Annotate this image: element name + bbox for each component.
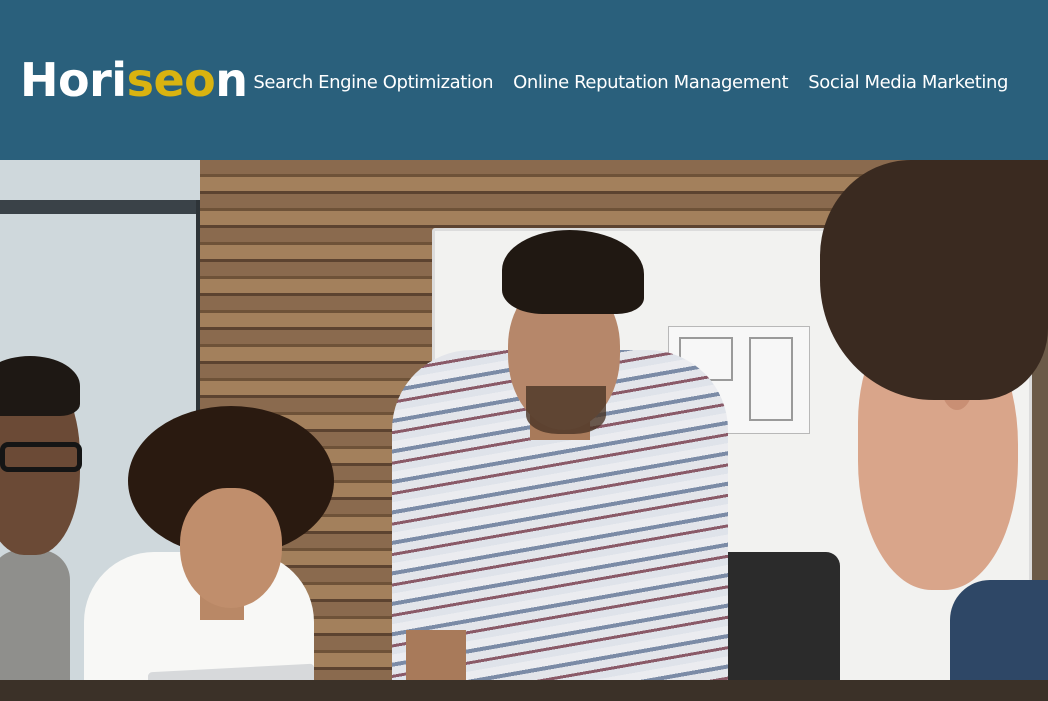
person-right-hair: [820, 160, 1048, 400]
hero-image: [0, 160, 1048, 701]
meeting-table: [0, 680, 1048, 701]
logo-text-start: Hori: [20, 53, 127, 107]
person-left-body: [0, 550, 70, 701]
man-hair: [502, 230, 644, 314]
logo-text-accent: seo: [126, 53, 216, 107]
site-logo[interactable]: Horiseon: [20, 50, 248, 110]
site-header: Horiseon Search Engine Optimization Onli…: [0, 0, 1048, 160]
logo-text-end: n: [215, 53, 248, 107]
nav-link-search-engine-optimization[interactable]: Search Engine Optimization: [253, 70, 493, 96]
man-beard: [526, 386, 606, 434]
window-frame: [0, 200, 212, 214]
nav-link-online-reputation-management[interactable]: Online Reputation Management: [513, 70, 788, 96]
main-nav: Search Engine Optimization Online Reputa…: [253, 70, 1008, 96]
nav-link-social-media-marketing[interactable]: Social Media Marketing: [808, 70, 1008, 96]
glasses: [0, 442, 82, 472]
woman-face: [180, 488, 282, 608]
